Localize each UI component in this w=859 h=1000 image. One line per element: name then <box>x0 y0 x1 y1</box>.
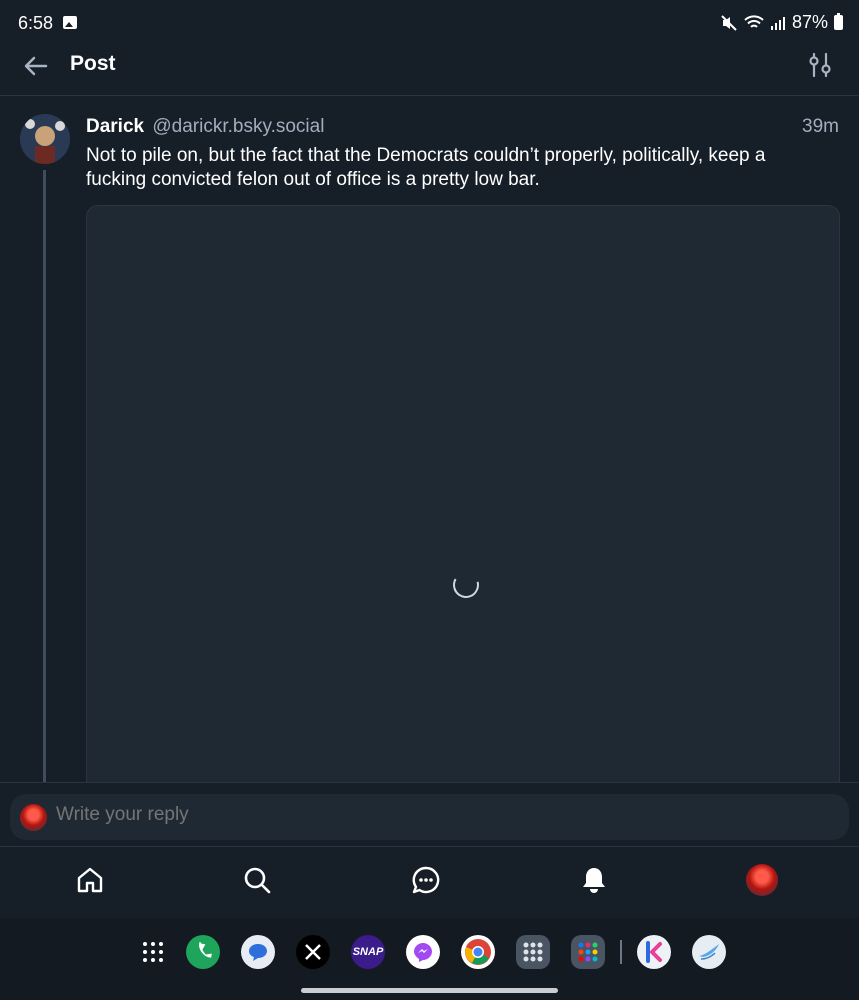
home-icon <box>77 867 103 893</box>
tab-home[interactable] <box>73 863 107 897</box>
wifi-icon <box>744 14 764 28</box>
status-icons: 87% <box>720 12 843 33</box>
battery-percent: 87% <box>791 12 828 32</box>
app-drawer-icon[interactable] <box>136 935 170 969</box>
signal-icon <box>770 16 785 30</box>
app-dock: SNAP <box>0 918 859 1000</box>
tab-search[interactable] <box>240 863 274 897</box>
reply-bar <box>0 782 859 847</box>
profile-avatar <box>746 864 778 896</box>
tab-profile[interactable] <box>745 863 779 897</box>
author-name[interactable]: Darick <box>86 116 144 137</box>
reply-input[interactable] <box>56 804 756 826</box>
post-item[interactable]: Darick @darickr.bsky.social 39m Not to p… <box>0 96 859 782</box>
marvel-snap-label: SNAP <box>352 946 384 958</box>
tab-notifications[interactable] <box>577 863 611 897</box>
reply-composer[interactable] <box>10 794 849 840</box>
post-header: Darick @darickr.bsky.social 39m <box>86 116 839 138</box>
settings-sliders-icon[interactable] <box>807 51 833 79</box>
status-time: 6:58 <box>18 13 54 33</box>
back-arrow-icon[interactable] <box>22 52 50 80</box>
loading-spinner-icon <box>448 567 484 603</box>
folder-app-icon[interactable] <box>571 935 605 969</box>
post-time: 39m <box>802 116 839 137</box>
gesture-bar[interactable] <box>301 988 558 993</box>
post-text: Not to pile on, but the fact that the De… <box>86 145 766 190</box>
user-avatar <box>20 804 47 831</box>
mute-icon <box>721 14 737 31</box>
battery-icon <box>834 13 843 30</box>
chrome-app-icon[interactable] <box>461 935 495 969</box>
media-embed[interactable] <box>86 205 840 782</box>
bottom-tab-bar <box>0 846 859 919</box>
author-handle[interactable]: @darickr.bsky.social <box>152 116 324 137</box>
folder-app-icon[interactable] <box>516 935 550 969</box>
messages-app-icon[interactable] <box>241 935 275 969</box>
bluesky-client-app-icon[interactable] <box>692 935 726 969</box>
gallery-notification-icon <box>63 16 77 29</box>
author-avatar[interactable] <box>20 114 70 164</box>
thread-line <box>43 170 46 782</box>
messenger-app-icon[interactable] <box>406 935 440 969</box>
x-app-icon[interactable] <box>296 935 330 969</box>
kuesa-app-icon[interactable] <box>637 935 671 969</box>
page-title: Post <box>70 52 116 75</box>
phone-app-icon[interactable] <box>186 935 220 969</box>
chat-icon <box>412 866 440 894</box>
marvel-snap-app-icon[interactable]: SNAP <box>351 935 385 969</box>
top-header: Post <box>0 40 859 96</box>
tab-chat[interactable] <box>409 863 443 897</box>
dock-separator <box>620 940 622 964</box>
search-icon <box>244 867 271 894</box>
bell-icon <box>583 868 605 893</box>
